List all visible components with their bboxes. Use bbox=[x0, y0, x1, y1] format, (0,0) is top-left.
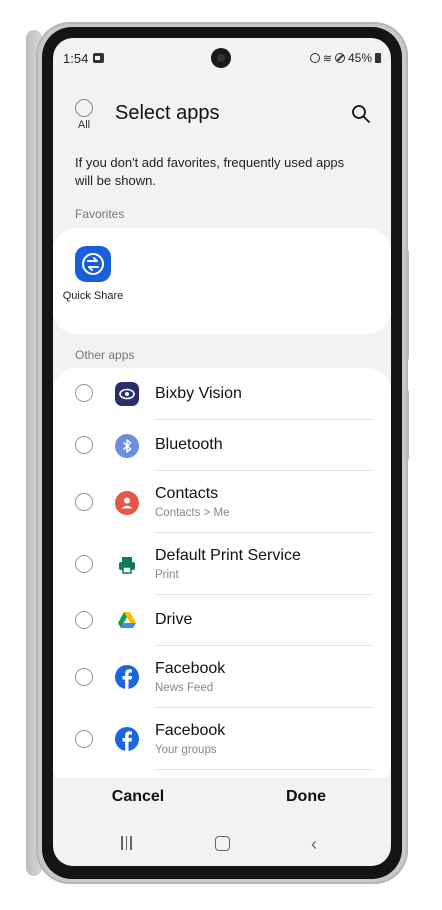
back-icon[interactable]: ‹ bbox=[311, 834, 317, 855]
app-select-radio[interactable] bbox=[75, 668, 93, 686]
favorites-card: Quick Share bbox=[53, 228, 391, 334]
app-name: Default Print Service bbox=[155, 547, 301, 564]
app-subtitle: Contacts > Me bbox=[155, 507, 230, 519]
status-bar: 1:54 ≋ 45% bbox=[53, 38, 391, 78]
app-select-radio[interactable] bbox=[75, 384, 93, 402]
wifi-icon: ≋ bbox=[322, 52, 332, 65]
app-name: Facebook bbox=[155, 660, 226, 677]
app-subtitle: Your groups bbox=[155, 744, 217, 756]
list-item-contacts[interactable]: Contacts Contacts > Me bbox=[53, 471, 391, 533]
other-apps-list: Bixby Vision Bluetooth Contacts Contacts… bbox=[53, 368, 391, 788]
app-subtitle: Print bbox=[155, 569, 179, 581]
gallery-notification-icon bbox=[93, 53, 104, 63]
other-apps-section-label: Other apps bbox=[75, 348, 135, 362]
navigation-bar: ‹ bbox=[53, 824, 391, 866]
bluetooth-icon bbox=[115, 434, 139, 458]
drive-icon bbox=[115, 608, 139, 632]
page-title: Select apps bbox=[115, 102, 220, 124]
list-item-default-print-service[interactable]: Default Print Service Print bbox=[53, 533, 391, 595]
battery-percent: 45% bbox=[347, 51, 372, 65]
favorites-section-label: Favorites bbox=[75, 207, 125, 221]
app-select-radio[interactable] bbox=[75, 730, 93, 748]
power-button bbox=[405, 390, 409, 460]
info-text: If you don't add favorites, frequently u… bbox=[75, 155, 345, 188]
select-all-radio[interactable] bbox=[75, 99, 93, 117]
front-camera bbox=[211, 48, 231, 68]
battery-icon bbox=[375, 53, 381, 63]
status-icons: ≋ 45% bbox=[309, 51, 381, 65]
bixby-vision-icon bbox=[115, 382, 139, 406]
action-bar: Cancel Done bbox=[53, 778, 391, 822]
list-item-drive[interactable]: Drive bbox=[53, 595, 391, 646]
status-time: 1:54 bbox=[63, 51, 89, 66]
cancel-button[interactable]: Cancel bbox=[93, 788, 183, 806]
facebook-icon bbox=[115, 665, 139, 689]
list-item-facebook-your-groups[interactable]: Facebook Your groups bbox=[53, 708, 391, 770]
app-name: Contacts bbox=[155, 485, 219, 502]
app-select-radio[interactable] bbox=[75, 493, 93, 511]
app-name: Bixby Vision bbox=[155, 385, 242, 402]
facebook-icon bbox=[115, 727, 139, 751]
alarm-icon bbox=[309, 53, 320, 63]
app-select-radio[interactable] bbox=[75, 436, 93, 454]
select-all-label: All bbox=[77, 119, 91, 131]
printer-icon bbox=[115, 553, 139, 577]
contacts-icon bbox=[115, 491, 139, 515]
app-name: Bluetooth bbox=[155, 436, 223, 453]
app-subtitle: News Feed bbox=[155, 682, 214, 694]
home-icon[interactable] bbox=[215, 836, 230, 851]
do-not-disturb-icon bbox=[334, 53, 345, 63]
app-select-radio[interactable] bbox=[75, 611, 93, 629]
app-name: Facebook bbox=[155, 722, 226, 739]
divider bbox=[155, 769, 373, 770]
done-button[interactable]: Done bbox=[261, 788, 351, 806]
list-item-bluetooth[interactable]: Bluetooth bbox=[53, 420, 391, 471]
search-icon[interactable] bbox=[351, 104, 371, 124]
volume-button bbox=[405, 250, 409, 360]
quick-share-icon[interactable] bbox=[75, 246, 111, 282]
favorite-item-label: Quick Share bbox=[62, 290, 124, 302]
select-all-toggle[interactable]: All bbox=[73, 99, 95, 131]
list-item-facebook-news-feed[interactable]: Facebook News Feed bbox=[53, 646, 391, 708]
app-name: Drive bbox=[155, 611, 193, 628]
recent-apps-icon[interactable] bbox=[121, 836, 135, 850]
screen: 1:54 ≋ 45% All Select apps If you don't … bbox=[53, 38, 391, 866]
app-select-radio[interactable] bbox=[75, 555, 93, 573]
list-item-bixby-vision[interactable]: Bixby Vision bbox=[53, 368, 391, 420]
